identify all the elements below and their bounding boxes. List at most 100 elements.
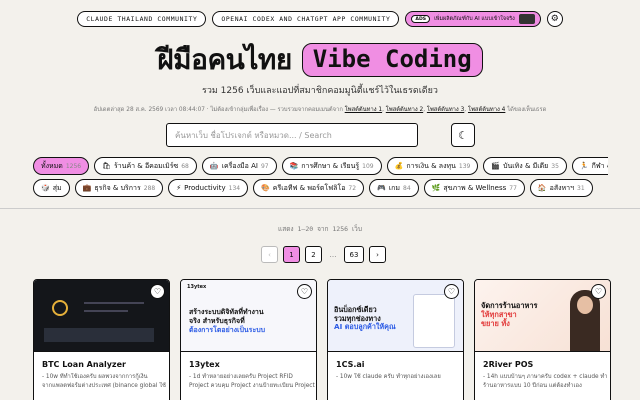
pagination-ellipsis: … <box>329 250 337 259</box>
heart-icon[interactable]: ♡ <box>444 284 459 299</box>
thumb-bar <box>84 310 128 312</box>
category-label: ร้านค้า & อีคอมเมิร์ซ <box>113 161 179 170</box>
category-label: สุ่ม <box>52 183 62 192</box>
source-link-4[interactable]: โพสต์ต้นทาง 4 <box>468 107 505 113</box>
thumb-headline: อินบ็อกซ์เดียว รวมทุกช่องทาง AI ตอบลูกค้… <box>334 305 396 332</box>
category-count: 288 <box>143 184 156 192</box>
category-label: เครื่องมือ AI <box>221 161 258 170</box>
card-desc: Project ควบคุม Project งานป้ายทะเบียน Pr… <box>189 382 315 389</box>
gear-icon[interactable]: ⚙ <box>546 11 563 27</box>
category-chip[interactable]: 🏠 อสังหาฯ 31 <box>529 179 593 197</box>
thumb-line: AI ตอบลูกค้าให้คุณ <box>334 322 396 332</box>
category-count: 72 <box>348 184 357 192</box>
pagination: ‹ 1 2 … 63 › <box>261 246 386 263</box>
divider <box>0 208 640 209</box>
category-chip[interactable]: 🛍 ร้านค้า & อีคอมเมิร์ซ 68 <box>94 157 197 175</box>
category-label: บันเทิง & มีเดีย <box>503 161 549 170</box>
thumb-bar <box>84 302 144 304</box>
card-desc: - 10w ใช้ claude ครับ ทำทุกอย่างเองเลย <box>336 374 441 380</box>
category-chip[interactable]: 🏃กีฬา & ฟิตเนส38 <box>571 157 608 175</box>
card-desc: จากแพลตฟอร์มต่างประเทศ (binance global ใ… <box>42 382 166 389</box>
category-label: สุขภาพ & Wellness <box>443 183 507 192</box>
category-chip[interactable]: 🌿 สุขภาพ & Wellness 77 <box>423 179 525 197</box>
project-card[interactable]: ♡ BTC Loan Analyzer - 10w ที่ทำใช้เองครั… <box>33 279 170 400</box>
hero-title-thai: ฝีมือคนไทย <box>157 43 292 76</box>
thumb-headline: สร้างระบบดิจิทัลที่ทำงาน จริง สำหรับธุรก… <box>189 308 265 334</box>
category-chip[interactable]: 🎮 เกม 84 <box>369 179 419 197</box>
hero-title-vibe: Vibe Coding <box>301 43 483 77</box>
card-desc: ร้านอาหารแบบ 10 ปีก่อน แต่ต้องทำเอง <box>483 382 582 389</box>
category-chip[interactable]: 🎨 ครีเอทีฟ & พอร์ตโฟลิโอ 72 <box>253 179 365 197</box>
source-link-2[interactable]: โพสต์ต้นทาง 2 <box>386 107 423 113</box>
category-count: 109 <box>362 162 374 170</box>
category-chip[interactable]: 💼 ธุรกิจ & บริการ 288 <box>74 179 164 197</box>
moon-icon[interactable]: ☾ <box>451 123 475 147</box>
category-chip[interactable]: ⚡ Productivity 134 <box>168 179 249 197</box>
next-page-button[interactable]: › <box>369 246 386 263</box>
thumb-line: จริง สำหรับธุรกิจที่ <box>189 316 245 325</box>
category-count: 68 <box>181 162 189 170</box>
category-icon: 🏃 <box>579 162 589 170</box>
category-chip[interactable]: 💰 การเงิน & ลงทุน 139 <box>386 157 479 175</box>
category-icon: 🎮 <box>377 184 386 192</box>
category-count: 134 <box>228 184 241 192</box>
thumb-logo: 13ytex <box>187 284 207 290</box>
thumb-line: ต้องการโตอย่างเป็นระบบ <box>189 325 266 334</box>
person-face <box>577 296 593 314</box>
category-count: 84 <box>403 184 411 192</box>
search-input[interactable]: ค้นหาเว็บ ชื่อโปรเจกต์ หรือหมวด... / Sea… <box>166 123 418 147</box>
heart-icon[interactable]: ♡ <box>591 284 606 299</box>
category-icon: 🎲 <box>41 184 50 192</box>
page-1-button[interactable]: 1 <box>283 246 300 263</box>
category-chip[interactable]: 📚 การศึกษา & เรียนรู้ 109 <box>281 157 382 175</box>
hero-subtitle: รวม 1256 เว็บและแอปที่สมาชิกคอมมูนิตี้แช… <box>202 86 438 96</box>
ad-banner[interactable]: ADS เพิ่มผลิตภัณฑ์กับ AI แบบเข้าใจจริง <box>405 11 541 27</box>
ad-tag: ADS <box>411 15 431 23</box>
category-label: การเงิน & ลงทุน <box>406 161 456 170</box>
category-chip[interactable]: 🤖 เครื่องมือ AI 97 <box>201 157 277 175</box>
card-title: 1CS.ai <box>336 360 365 369</box>
openai-community-link[interactable]: OPENAI CODEX AND CHATGPT APP COMMUNITY <box>212 11 400 27</box>
category-chip[interactable]: ทั้งหมด 1256 <box>33 157 90 175</box>
thumb-line: สร้างระบบดิจิทัลที่ทำงาน <box>189 308 264 316</box>
category-row-1: ทั้งหมด 1256 🛍 ร้านค้า & อีคอมเมิร์ซ 68 🤖 เครื… <box>33 157 608 175</box>
category-icon: 🎬 <box>491 162 501 170</box>
card-title: 2River POS <box>483 360 534 369</box>
ad-text: เพิ่มผลิตภัณฑ์กับ AI แบบเข้าใจจริง <box>434 16 515 22</box>
category-icon: 🌿 <box>431 184 441 192</box>
card-desc: - 14h แบบบ้านๆ ภาษาครับ codex + claude ท… <box>483 374 608 380</box>
category-label: Productivity <box>184 184 226 192</box>
thumb-panel <box>44 328 154 342</box>
project-card[interactable]: 13ytex สร้างระบบดิจิทัลที่ทำงาน จริง สำห… <box>180 279 317 400</box>
category-label: ทั้งหมด <box>41 161 63 170</box>
source-link-3[interactable]: โพสต์ต้นทาง 3 <box>427 107 464 113</box>
thumb-headline: จัดการร้านอาหาร ให้ทุกสาขา ขยาย ทั้ง <box>481 301 537 329</box>
category-label: ธุรกิจ & บริการ <box>94 183 141 192</box>
last-page-button[interactable]: 63 <box>344 246 364 263</box>
top-bar: CLAUDE THAILAND COMMUNITY OPENAI CODEX A… <box>0 11 640 27</box>
heart-icon[interactable]: ♡ <box>150 284 165 299</box>
project-card[interactable]: จัดการร้านอาหาร ให้ทุกสาขา ขยาย ทั้ง ♡ 2… <box>474 279 611 400</box>
thumb-line: ขยาย ทั้ง <box>481 318 510 328</box>
category-icon: 🎨 <box>261 184 270 192</box>
card-grid: ♡ BTC Loan Analyzer - 10w ที่ทำใช้เองครั… <box>33 279 611 400</box>
prev-page-button[interactable]: ‹ <box>261 246 278 263</box>
page-2-button[interactable]: 2 <box>305 246 322 263</box>
phone-mockup <box>413 294 455 348</box>
category-label: อสังหาฯ <box>549 183 574 192</box>
category-icon: 🛍 <box>102 162 111 170</box>
project-card[interactable]: อินบ็อกซ์เดียว รวมทุกช่องทาง AI ตอบลูกค้… <box>327 279 464 400</box>
category-chip[interactable]: 🎲 สุ่ม <box>33 179 70 197</box>
heart-icon[interactable]: ♡ <box>297 284 312 299</box>
card-thumbnail: อินบ็อกซ์เดียว รวมทุกช่องทาง AI ตอบลูกค้… <box>328 280 463 352</box>
category-chip[interactable]: 🎬 บันเทิง & มีเดีย 35 <box>483 157 567 175</box>
source-link-1[interactable]: โพสต์ต้นทาง 1 <box>345 107 382 113</box>
card-title: 13ytex <box>189 360 220 369</box>
category-label: ครีเอทีฟ & พอร์ตโฟลิโอ <box>272 183 346 192</box>
category-icon: 📚 <box>289 162 299 170</box>
category-icon: 💰 <box>394 162 404 170</box>
claude-community-link[interactable]: CLAUDE THAILAND COMMUNITY <box>77 11 207 27</box>
card-desc: - 1d ทำหลายอย่างเลยครับ Project RFID <box>189 374 293 380</box>
category-label: การศึกษา & เรียนรู้ <box>301 161 360 170</box>
card-thumbnail: 13ytex สร้างระบบดิจิทัลที่ทำงาน จริง สำห… <box>181 280 316 352</box>
